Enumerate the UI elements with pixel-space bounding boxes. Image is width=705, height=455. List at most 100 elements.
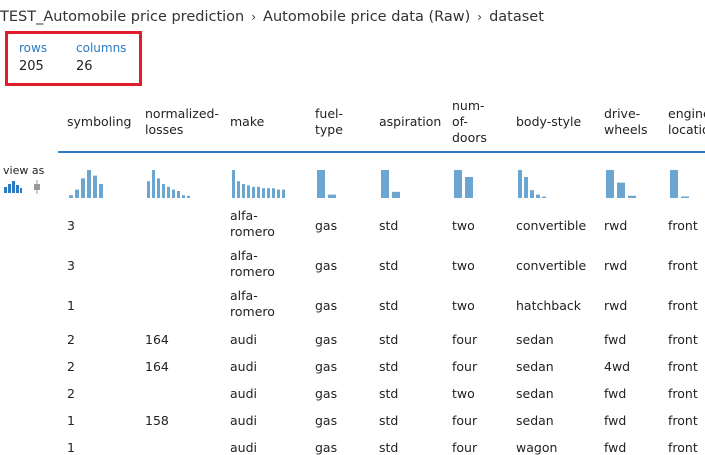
histogram-bar <box>162 184 165 198</box>
rows-stat: rows 205 <box>19 40 47 76</box>
histogram-bar <box>282 189 285 198</box>
histogram-bar <box>232 170 235 198</box>
view-as-toggle <box>4 180 44 194</box>
table-cell: two <box>452 298 475 313</box>
column-header-line: make <box>230 114 265 129</box>
column-header-line: engine- <box>668 106 705 121</box>
table-cell-line: romero <box>230 264 275 279</box>
table-cell: std <box>379 298 399 313</box>
column-header-line: doors <box>452 130 487 145</box>
histogram-engine-location[interactable] <box>668 168 705 198</box>
table-cell: audi <box>230 413 257 428</box>
column-header-body-style[interactable]: body-style <box>516 96 581 148</box>
table-cell: convertible <box>516 218 587 233</box>
table-cell-line: romero <box>230 304 275 319</box>
table-cell-line: romero <box>230 224 275 239</box>
column-header-aspiration[interactable]: aspiration <box>379 96 441 148</box>
histogram-num-of-doors[interactable] <box>452 168 512 198</box>
histogram-bar <box>670 170 678 198</box>
table-cell-line: alfa- <box>230 208 258 223</box>
column-header-fuel-type[interactable]: fuel-type <box>315 96 343 148</box>
table-cell: 158 <box>145 413 169 428</box>
histogram-make[interactable] <box>230 168 290 198</box>
table-cell: fwd <box>604 386 627 401</box>
column-header-line: of- <box>452 114 468 129</box>
histogram-symboling[interactable] <box>67 168 127 198</box>
histogram-bar <box>187 195 190 198</box>
view-as-label: view as <box>3 164 45 177</box>
column-header-label: drive-wheels <box>604 106 648 138</box>
table-cell: std <box>379 413 399 428</box>
table-cell: 1 <box>67 413 75 428</box>
table-cell-line: alfa- <box>230 248 258 263</box>
histogram-bar <box>252 186 255 198</box>
histogram-bar <box>392 191 400 198</box>
dataset-stats: rows 205 columns 26 <box>5 31 142 86</box>
histogram-drive-wheels[interactable] <box>604 168 664 198</box>
column-header-symboling[interactable]: symboling <box>67 96 131 148</box>
table-cell: gas <box>315 298 338 313</box>
table-cell: std <box>379 332 399 347</box>
table-cell: front <box>668 332 698 347</box>
column-header-make[interactable]: make <box>230 96 264 148</box>
table-cell: wagon <box>516 440 558 455</box>
histogram-bar <box>530 190 534 198</box>
histogram-bar <box>257 186 260 198</box>
boxplot-view-icon[interactable] <box>31 180 43 194</box>
breadcrumb-item-dataset-module[interactable]: Automobile price data (Raw) <box>263 9 470 25</box>
column-header-line: body-style <box>516 114 582 129</box>
histogram-bar <box>277 189 280 198</box>
histogram-bar <box>81 178 85 198</box>
column-header-line: location <box>668 122 705 137</box>
table-cell: fwd <box>604 440 627 455</box>
table-cell: front <box>668 258 698 273</box>
column-header-label: symboling <box>67 114 131 130</box>
table-cell: four <box>452 359 478 374</box>
histogram-bar <box>147 181 150 198</box>
table-cell: fwd <box>604 332 627 347</box>
table-cell: rwd <box>604 298 628 313</box>
histogram-bar <box>328 194 336 198</box>
histogram-bar <box>262 188 265 198</box>
table-cell: front <box>668 386 698 401</box>
column-header-line: normalized- <box>145 106 219 121</box>
table-cell: four <box>452 413 478 428</box>
column-header-line: losses <box>145 122 184 137</box>
table-cell: rwd <box>604 218 628 233</box>
histogram-bar <box>177 191 180 198</box>
column-header-normalized-losses[interactable]: normalized-losses <box>145 96 219 148</box>
table-cell: sedan <box>516 386 554 401</box>
columns-stat: columns 26 <box>76 40 126 76</box>
histogram-fuel-type[interactable] <box>315 168 375 198</box>
column-header-engine-location[interactable]: engine-location <box>668 96 705 148</box>
histogram-aspiration[interactable] <box>379 168 439 198</box>
histogram-bar <box>272 188 275 198</box>
table-cell: front <box>668 359 698 374</box>
histogram-bar <box>454 170 462 198</box>
table-cell: hatchback <box>516 298 581 313</box>
column-header-num-of-doors[interactable]: num-of-doors <box>452 96 487 148</box>
column-header-line: drive- <box>604 106 641 121</box>
column-header-line: symboling <box>67 114 132 129</box>
histogram-bar <box>99 184 103 198</box>
histogram-bar <box>152 170 155 198</box>
histogram-body-style[interactable] <box>516 168 576 198</box>
histogram-normalized-losses[interactable] <box>145 168 205 198</box>
breadcrumb-item-experiment[interactable]: TEST_Automobile price prediction <box>0 9 244 25</box>
histogram-bar <box>172 189 175 198</box>
table-cell: two <box>452 258 475 273</box>
table-cell: 2 <box>67 332 75 347</box>
histogram-bar <box>518 170 522 198</box>
table-cell: 4wd <box>604 359 631 374</box>
table-cell: gas <box>315 258 338 273</box>
table-cell: four <box>452 440 478 455</box>
histogram-bar <box>87 170 91 198</box>
histogram-bar <box>157 178 160 198</box>
histogram-bar <box>247 185 250 198</box>
column-header-label: engine-location <box>668 106 705 138</box>
breadcrumb-item-current: dataset <box>489 9 544 25</box>
column-header-drive-wheels[interactable]: drive-wheels <box>604 96 648 148</box>
histogram-bar <box>681 196 689 198</box>
table-cell: audi <box>230 332 257 347</box>
table-cell: 2 <box>67 359 75 374</box>
